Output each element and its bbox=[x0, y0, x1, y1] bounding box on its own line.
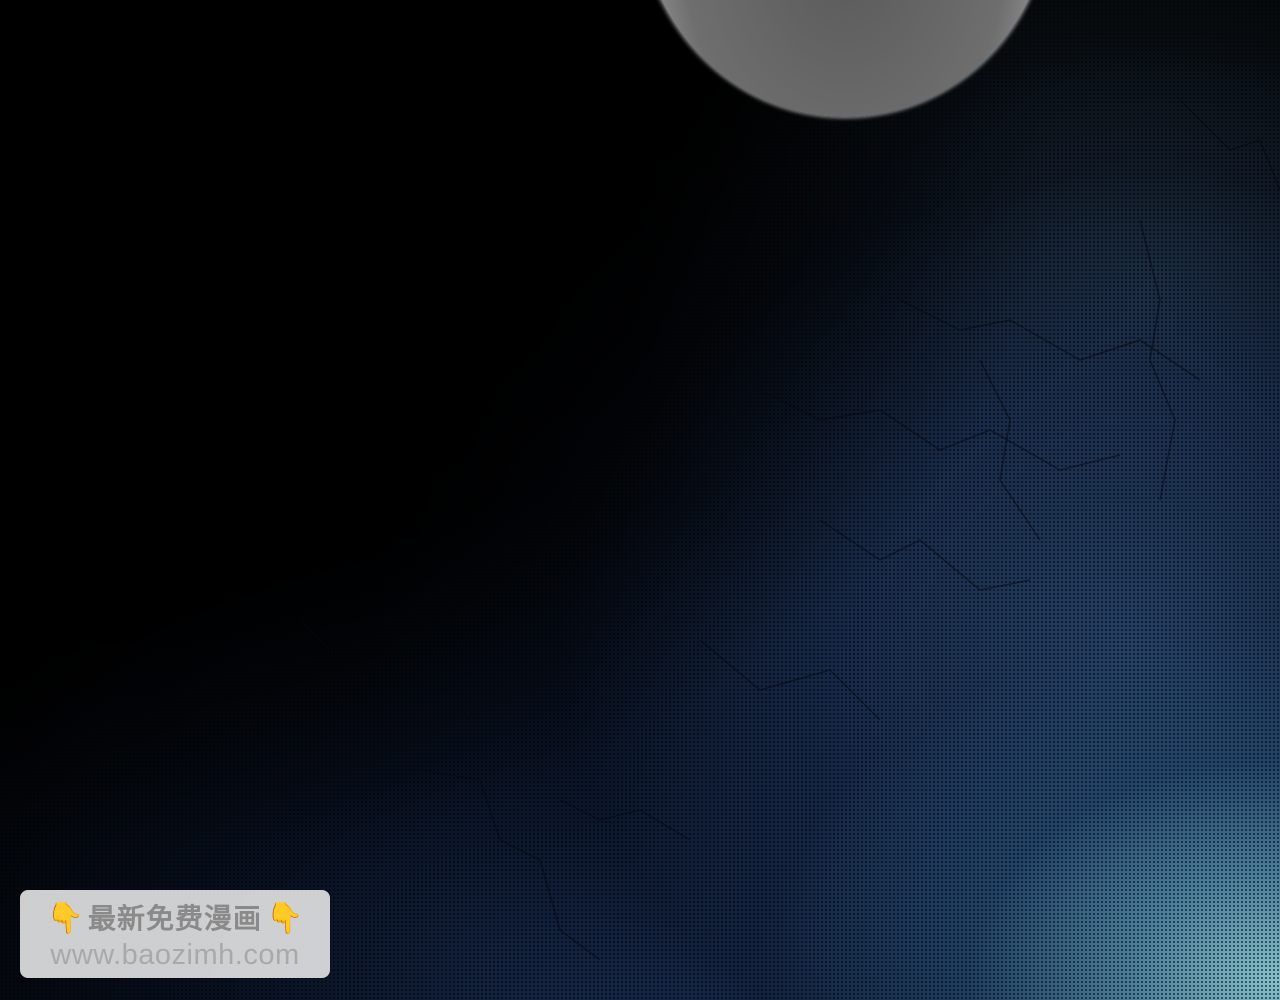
watermark-title: 最新免费漫画 bbox=[87, 902, 262, 935]
pointing-down-hand-icon: 👇 bbox=[266, 901, 304, 936]
stone-texture bbox=[299, 99, 1280, 961]
watermark-title-row: 👇 最新免费漫画 👇 bbox=[20, 900, 330, 938]
halftone-texture bbox=[0, 0, 1280, 1000]
watermark-url: www.baozimh.com bbox=[50, 939, 300, 971]
comic-panel bbox=[0, 0, 1280, 1000]
pointing-down-hand-icon: 👇 bbox=[46, 901, 84, 936]
dark-shadow-region bbox=[0, 0, 1280, 1000]
watermark-badge: 👇 最新免费漫画 👇 www.baozimh.com bbox=[20, 890, 330, 978]
glowing-orb bbox=[640, 0, 1050, 117]
